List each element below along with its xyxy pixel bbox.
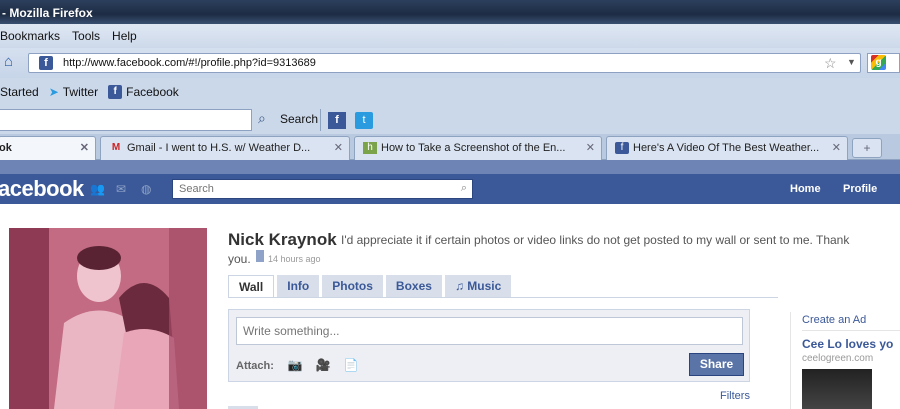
page-icon: h <box>363 142 377 154</box>
create-ad-link[interactable]: Create an Ad <box>802 314 866 326</box>
tab-gmail[interactable]: M Gmail - I went to H.S. w/ Weather D...… <box>100 136 350 160</box>
url-bar[interactable]: f http://www.facebook.com/#!/profile.php… <box>28 53 861 73</box>
facebook-search-input[interactable] <box>173 180 443 198</box>
tab-label: Here's A Video Of The Best Weather... <box>633 142 820 154</box>
navigation-toolbar: ⌂ f http://www.facebook.com/#!/profile.p… <box>0 48 900 78</box>
search-icon[interactable]: ⌕ <box>258 110 266 127</box>
photo-attach-icon[interactable]: 📷 <box>287 357 303 373</box>
window-title-bar: - Mozilla Firefox <box>0 0 900 24</box>
nav-profile-link[interactable]: Profile <box>843 183 877 195</box>
tab-photos[interactable]: Photos <box>322 275 383 297</box>
toolbar-divider <box>320 109 321 131</box>
status-text: I'd appreciate it if certain photos or v… <box>341 233 850 247</box>
facebook-icon: f <box>615 142 629 154</box>
share-button[interactable]: Share <box>689 353 744 376</box>
bookmark-label: Started <box>0 85 39 99</box>
close-icon[interactable]: ✕ <box>586 141 595 154</box>
filters-link[interactable]: Filters <box>720 390 750 402</box>
new-tab-button[interactable]: + <box>852 138 882 158</box>
ad-image[interactable] <box>802 369 872 409</box>
ad-url: ceelogreen.com <box>802 353 874 364</box>
google-icon[interactable]: g <box>871 55 886 70</box>
status-timestamp[interactable]: 14 hours ago <box>268 254 321 264</box>
search-icon[interactable]: ⌕ <box>461 182 467 195</box>
wall-post-input[interactable] <box>236 317 743 345</box>
tab-music[interactable]: ♫ Music <box>444 275 512 297</box>
tab-wall[interactable]: Wall <box>228 275 275 297</box>
facebook-header: acebook 👥 ✉ ◍ ⌕ Home Profile <box>0 174 900 204</box>
facebook-favicon-icon: f <box>39 56 53 70</box>
profile-photo-image <box>9 228 207 409</box>
gmail-icon: M <box>111 142 121 153</box>
ads-sidebar: Create an Ad Cee Lo loves yo ceelogreen.… <box>790 312 900 409</box>
profile-name[interactable]: Nick Kraynok <box>228 230 337 250</box>
close-icon[interactable]: ✕ <box>80 141 89 154</box>
tabs-divider <box>228 297 778 298</box>
close-icon[interactable]: ✕ <box>832 141 841 154</box>
bookmarks-toolbar: Started ➤ Twitter f Facebook <box>0 78 900 106</box>
url-dropdown-icon[interactable]: ▼ <box>847 57 856 67</box>
ad-title[interactable]: Cee Lo loves yo <box>802 337 893 351</box>
tab-weather-video[interactable]: f Here's A Video Of The Best Weather... … <box>606 136 848 160</box>
mobile-phone-icon <box>256 250 264 262</box>
facebook-top-stripe <box>0 160 900 174</box>
twitter-bird-icon: ➤ <box>48 85 59 99</box>
link-attach-icon[interactable]: 📄 <box>343 357 359 373</box>
profile-page: Nick Kraynok I'd appreciate it if certai… <box>0 204 900 409</box>
menu-help[interactable]: Help <box>112 29 137 48</box>
attach-label: Attach: <box>236 360 274 372</box>
ad-divider <box>802 330 900 331</box>
star-bookmark-icon[interactable]: ☆ <box>824 55 837 72</box>
bookmark-facebook[interactable]: f Facebook <box>108 85 179 99</box>
toolbar-search-input[interactable] <box>0 109 252 131</box>
menu-tools[interactable]: Tools <box>72 29 100 48</box>
tab-label: ok <box>0 142 12 154</box>
friend-requests-icon[interactable]: 👥 <box>90 183 105 195</box>
twitter-toolbar-icon[interactable]: t <box>355 112 373 129</box>
messages-icon[interactable]: ✉ <box>116 183 130 195</box>
profile-tabs: Wall Info Photos Boxes ♫ Music <box>228 275 512 297</box>
url-text: http://www.facebook.com/#!/profile.php?i… <box>63 57 316 69</box>
search-toolbar: ⌕ Search f t <box>0 106 900 134</box>
bookmark-getting-started[interactable]: Started <box>0 85 39 99</box>
facebook-icon: f <box>108 85 123 99</box>
home-icon[interactable]: ⌂ <box>4 54 20 70</box>
notifications-globe-icon[interactable]: ◍ <box>141 183 155 195</box>
profile-picture[interactable] <box>9 228 207 409</box>
status-text-continued: you. <box>228 252 251 266</box>
search-button[interactable]: Search <box>280 112 318 126</box>
facebook-logo[interactable]: acebook <box>0 176 84 202</box>
nav-home-link[interactable]: Home <box>790 183 821 195</box>
tab-screenshot-article[interactable]: h How to Take a Screenshot of the En... … <box>354 136 602 160</box>
video-attach-icon[interactable]: 🎥 <box>315 357 331 373</box>
search-engine-box[interactable]: g <box>867 53 900 73</box>
tab-label: Gmail - I went to H.S. w/ Weather D... <box>127 142 311 154</box>
tab-strip: ok ✕ M Gmail - I went to H.S. w/ Weather… <box>0 134 900 160</box>
bookmark-label: Facebook <box>126 85 179 99</box>
facebook-search[interactable]: ⌕ <box>172 179 473 199</box>
tab-boxes[interactable]: Boxes <box>385 275 442 297</box>
bookmark-label: Twitter <box>62 85 99 99</box>
wall-composer: Attach: 📷 🎥 📄 Share <box>228 309 750 382</box>
tab-info[interactable]: Info <box>277 275 320 297</box>
window-title: - Mozilla Firefox <box>2 6 93 20</box>
tab-label: How to Take a Screenshot of the En... <box>381 142 566 154</box>
bookmark-twitter[interactable]: ➤ Twitter <box>49 85 98 99</box>
tab-facebook-active[interactable]: ok ✕ <box>0 136 96 160</box>
menu-bar: Bookmarks Tools Help <box>0 24 900 48</box>
facebook-toolbar-icon[interactable]: f <box>328 112 346 129</box>
menu-bookmarks[interactable]: Bookmarks <box>0 29 60 48</box>
close-icon[interactable]: ✕ <box>334 141 343 154</box>
